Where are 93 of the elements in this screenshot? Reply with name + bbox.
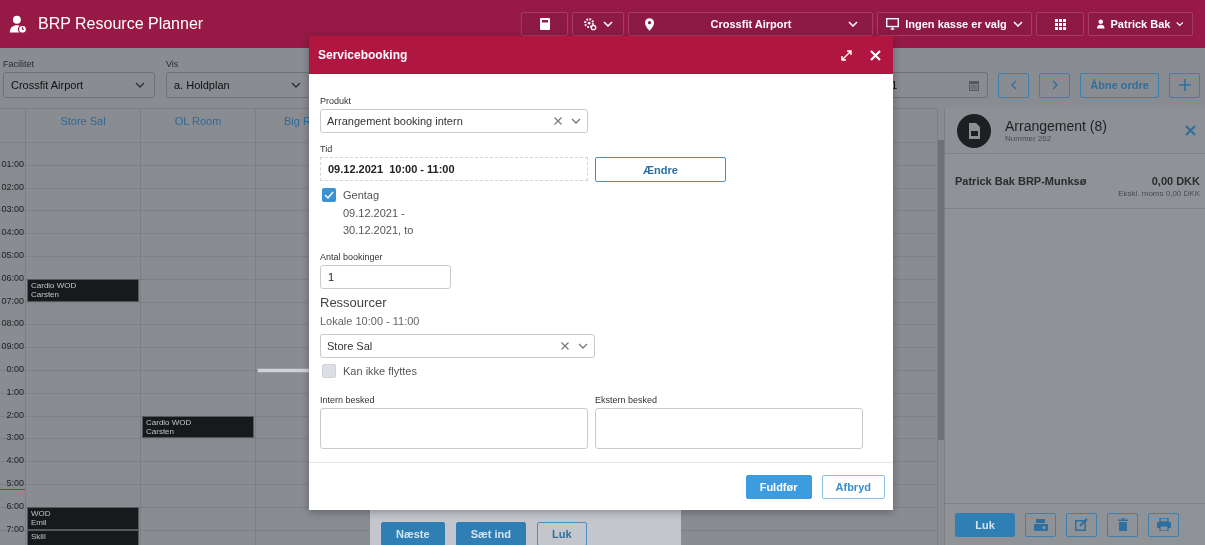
- settings-dropdown[interactable]: [572, 12, 624, 36]
- checkbox-label: Gentag: [343, 189, 380, 201]
- payment-button[interactable]: [1025, 512, 1056, 537]
- calculator-icon: [539, 18, 550, 30]
- order-number: Nummer 262: [1005, 134, 1053, 143]
- booking-event[interactable]: WOD Emil: [27, 506, 139, 530]
- booking-event[interactable]: Cardio WOD Carsten: [142, 415, 254, 439]
- user-clock-icon: [9, 14, 28, 34]
- field-label: Intern besked: [320, 395, 376, 405]
- checkbox-label: Kan ikke flyttes: [343, 365, 417, 377]
- field-label: Ekstern besked: [595, 395, 659, 405]
- hour-label: 06:00: [0, 272, 25, 285]
- chevron-down-icon: [578, 343, 588, 349]
- chevron-down-icon: [571, 118, 581, 124]
- hour-label: 04:00: [0, 227, 25, 239]
- chevron-left-icon: [1010, 80, 1017, 90]
- dialog-button[interactable]: Afbryd: [821, 474, 885, 499]
- document-icon: [957, 113, 991, 148]
- hour-label: 08:00: [0, 318, 25, 330]
- chevron-down-icon: [603, 21, 613, 27]
- chevron-down-icon: [848, 21, 858, 27]
- clear-icon[interactable]: [561, 342, 569, 350]
- section-heading: Ressourcer: [320, 295, 388, 310]
- expand-icon[interactable]: [841, 49, 852, 61]
- plus-icon: [1178, 79, 1191, 91]
- map-pin-icon: [645, 17, 654, 31]
- monitor-icon: [886, 18, 900, 30]
- chevron-down-icon: [135, 82, 145, 88]
- order-line-amount: 0,00 DKK: [1151, 175, 1200, 187]
- field-label: Antal bookinger: [320, 252, 384, 262]
- hour-label: 7:00: [5, 523, 25, 536]
- hour-label: 4:00: [5, 455, 25, 467]
- internal-note-field[interactable]: [320, 408, 588, 449]
- field-label: Facilitet: [3, 59, 35, 69]
- hour-label: 05:00: [0, 250, 25, 262]
- calendar-icon: [969, 79, 980, 91]
- dialog-title: Servicebooking: [318, 48, 409, 62]
- grid-icon: [1054, 18, 1066, 30]
- resource-select[interactable]: Store Sal: [320, 334, 595, 358]
- delete-button[interactable]: [1107, 512, 1138, 537]
- column-header: OL Room: [174, 115, 222, 129]
- print-button[interactable]: [1148, 512, 1179, 537]
- chevron-down-icon: [291, 82, 301, 88]
- previous-button[interactable]: [998, 72, 1030, 98]
- calculator-button[interactable]: [521, 12, 568, 36]
- scrollbar[interactable]: [938, 140, 944, 440]
- hour-label: 07:00: [0, 295, 25, 308]
- chevron-down-icon: [1176, 21, 1184, 27]
- cash-register-icon: [1033, 518, 1048, 531]
- time-field[interactable]: 09.12.2021 10:00 - 11:00: [320, 157, 588, 181]
- user-icon: [1097, 18, 1105, 30]
- booking-count-field[interactable]: 1: [320, 265, 451, 289]
- location-dropdown[interactable]: Crossfit Airport: [628, 12, 873, 36]
- booking-event[interactable]: Cardio WOD Carsten: [27, 278, 139, 302]
- section-subheading: Lokale 10:00 - 11:00: [320, 315, 421, 327]
- field-label: Produkt: [320, 96, 353, 106]
- change-button[interactable]: Ændre: [595, 157, 726, 182]
- field-label: Tid: [320, 144, 334, 154]
- repeat-checkbox[interactable]: [322, 188, 336, 202]
- chevron-right-icon: [1051, 80, 1058, 90]
- edit-button[interactable]: [1066, 512, 1097, 537]
- repeat-period: 09.12.2021 -: [342, 207, 406, 219]
- add-button[interactable]: [1169, 72, 1200, 98]
- clear-icon[interactable]: [554, 117, 562, 125]
- hour-label: 5:00: [0, 478, 25, 490]
- hour-label: 0:00: [5, 364, 25, 376]
- app-title: BRP Resource Planner: [38, 15, 204, 33]
- trash-icon: [1117, 518, 1128, 531]
- printer-icon: [1156, 518, 1171, 531]
- order-title: Arrangement (8): [1005, 118, 1108, 134]
- hour-label: 6:00: [5, 500, 25, 513]
- hour-label: 09:00: [0, 341, 25, 353]
- fixed-checkbox[interactable]: [322, 364, 336, 378]
- settings-icon: [583, 17, 597, 31]
- facility-select[interactable]: Crossfit Airport: [3, 72, 155, 98]
- register-dropdown[interactable]: Ingen kasse er valg: [877, 12, 1032, 36]
- hour-label: 03:00: [0, 204, 25, 216]
- next-button[interactable]: [1039, 72, 1071, 98]
- column-header: Store Sal: [60, 115, 106, 129]
- hour-label: 01:00: [0, 158, 25, 171]
- user-dropdown[interactable]: Patrick Bak: [1088, 12, 1193, 36]
- hour-label: 02:00: [0, 181, 25, 194]
- product-select[interactable]: Arrangement booking intern: [320, 109, 588, 133]
- hour-label: 3:00: [5, 432, 25, 444]
- external-note-field[interactable]: [595, 408, 863, 449]
- repeat-period: 30.12.2021, to: [342, 224, 415, 236]
- edit-icon: [1075, 518, 1088, 531]
- order-line-name: Patrick Bak BRP-Munksø: [955, 175, 1087, 189]
- apps-button[interactable]: [1036, 12, 1084, 36]
- field-label: Vis: [166, 59, 180, 69]
- hour-label: 2:00: [5, 409, 25, 422]
- hour-label: 1:00: [5, 386, 25, 399]
- chevron-down-icon: [1012, 21, 1023, 27]
